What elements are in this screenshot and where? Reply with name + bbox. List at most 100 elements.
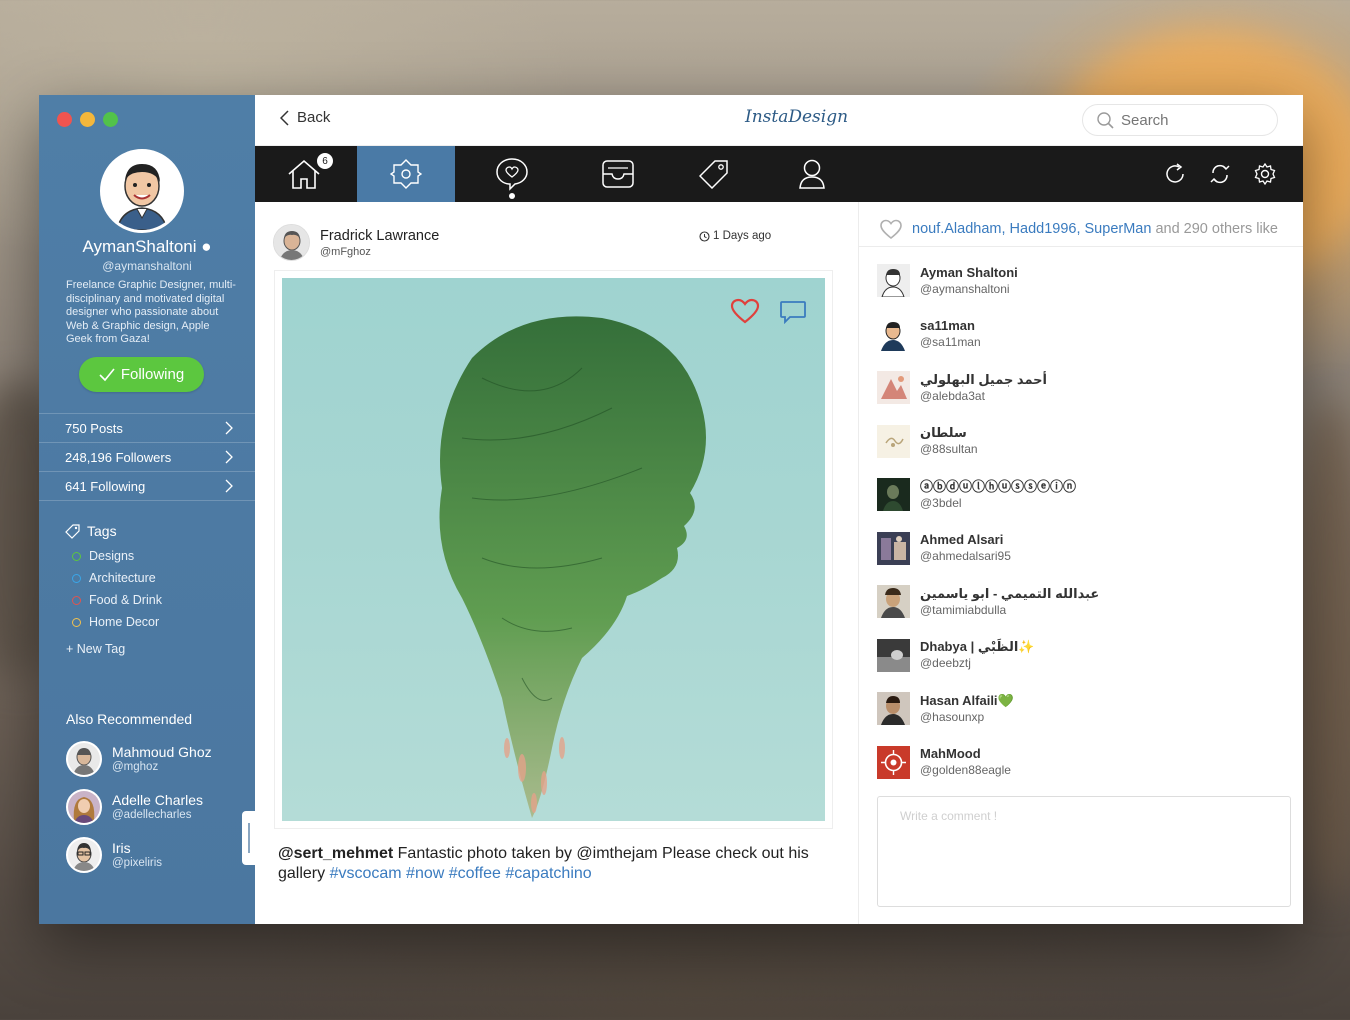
likes-panel: nouf.Aladham, Hadd1996, SuperMan and 290… bbox=[859, 202, 1303, 924]
recommended-handle: @mghoz bbox=[112, 761, 159, 773]
recommended-item[interactable]: Mahmoud Ghoz @mghoz bbox=[66, 735, 212, 783]
nav-bar: 6 bbox=[255, 146, 1303, 202]
following-button[interactable]: Following bbox=[79, 357, 204, 392]
post: Fradrick Lawrance @mFghoz 1 Days ago @se… bbox=[255, 202, 858, 924]
liker-name: عبدالله التميمي - ابو ياسمين bbox=[920, 585, 1100, 601]
author-avatar[interactable] bbox=[273, 224, 310, 261]
tag-color-dot bbox=[72, 551, 81, 561]
app-logo: InstaDesign bbox=[745, 107, 849, 127]
liker-item[interactable]: ⓐⓑⓓⓤⓛⓗⓤⓢⓢⓔⓘⓝ @3bdel bbox=[877, 468, 1099, 522]
tag-designs[interactable]: Designs bbox=[72, 545, 162, 567]
profile-name: AymanShaltoni ● bbox=[82, 237, 212, 256]
liker-item[interactable]: sa11man @sa11man bbox=[877, 308, 1099, 362]
leaf-silhouette-image bbox=[439, 316, 706, 818]
refresh-button[interactable] bbox=[1161, 160, 1189, 188]
recommended-item[interactable]: Adelle Charles @adellecharles bbox=[66, 783, 212, 831]
check-icon bbox=[99, 367, 115, 381]
nav-tags[interactable] bbox=[665, 146, 763, 202]
search-box[interactable] bbox=[1082, 104, 1278, 136]
nav-inbox[interactable] bbox=[569, 146, 667, 202]
post-photo[interactable] bbox=[282, 278, 825, 821]
tag-architecture[interactable]: Architecture bbox=[72, 567, 162, 589]
likes-count-text: and 290 others like bbox=[1151, 221, 1278, 237]
author-name[interactable]: Fradrick Lawrance bbox=[320, 228, 439, 244]
liker-handle: @3bdel bbox=[920, 495, 962, 510]
recommended-item[interactable]: Iris @pixeliris bbox=[66, 831, 212, 879]
following-label: Following bbox=[120, 366, 185, 383]
avatar bbox=[877, 317, 910, 351]
nav-profile[interactable] bbox=[763, 146, 861, 202]
profile-avatar[interactable] bbox=[100, 149, 184, 233]
tag-home-decor[interactable]: Home Decor bbox=[72, 611, 162, 633]
tag-color-dot bbox=[72, 617, 81, 627]
messages-icon bbox=[496, 158, 528, 191]
profile-handle: @aymanshaltoni bbox=[102, 259, 192, 273]
sync-button[interactable] bbox=[1206, 160, 1234, 188]
comment-icon[interactable] bbox=[779, 300, 807, 324]
like-heart-icon[interactable] bbox=[730, 298, 760, 324]
avatar bbox=[877, 585, 910, 619]
settings-button[interactable] bbox=[1251, 160, 1279, 188]
liker-handle: @alebda3at bbox=[920, 388, 985, 403]
maximize-window-button[interactable] bbox=[103, 112, 118, 127]
recommended-name: Adelle Charles bbox=[112, 792, 204, 808]
liker-handle: @hasounxp bbox=[920, 709, 985, 724]
post-photo-frame bbox=[274, 270, 833, 829]
avatar bbox=[66, 741, 102, 777]
chevron-right-icon bbox=[225, 450, 233, 464]
avatar bbox=[66, 789, 102, 825]
likers-names[interactable]: nouf.Aladham, Hadd1996, SuperMan bbox=[912, 221, 1151, 237]
post-caption: @sert_mehmet Fantastic photo taken by @i… bbox=[278, 844, 818, 884]
back-button[interactable]: Back bbox=[280, 109, 330, 126]
tag-list: Designs Architecture Food & Drink Home D… bbox=[72, 545, 162, 633]
recommended-name: Iris bbox=[112, 840, 131, 856]
caption-mention[interactable]: @sert_mehmet bbox=[278, 845, 393, 862]
apple-icon: ● bbox=[196, 237, 212, 256]
liker-item[interactable]: MahMood @golden88eagle bbox=[877, 736, 1099, 790]
new-tag-button[interactable]: + New Tag bbox=[66, 642, 125, 656]
avatar bbox=[877, 692, 910, 726]
liker-item[interactable]: Hasan Alfaili💚 @hasounxp bbox=[877, 682, 1099, 736]
liker-handle: @deebztj bbox=[920, 656, 971, 671]
tag-icon bbox=[65, 523, 80, 539]
liker-item[interactable]: عبدالله التميمي - ابو ياسمين @tamimiabdul… bbox=[877, 575, 1099, 629]
nav-home[interactable]: 6 bbox=[255, 146, 353, 202]
refresh-icon bbox=[1166, 163, 1184, 183]
notification-badge: 6 bbox=[316, 152, 334, 170]
tag-food-drink[interactable]: Food & Drink bbox=[72, 589, 162, 611]
likes-summary: nouf.Aladham, Hadd1996, SuperMan and 290… bbox=[879, 214, 1299, 244]
liker-item[interactable]: Ahmed Alsari @ahmedalsari95 bbox=[877, 522, 1099, 576]
comment-input[interactable] bbox=[877, 796, 1291, 907]
search-input[interactable] bbox=[1121, 111, 1261, 129]
nav-messages[interactable] bbox=[463, 146, 561, 202]
likers-list: Ayman Shaltoni @aymanshaltoni sa11man @sa1… bbox=[877, 254, 1099, 789]
nav-explore[interactable] bbox=[357, 146, 455, 202]
liker-item[interactable]: سلطان @88sultan bbox=[877, 415, 1099, 469]
search-icon bbox=[1097, 111, 1114, 129]
avatar bbox=[66, 837, 102, 873]
avatar bbox=[877, 264, 910, 298]
heart-outline-icon bbox=[880, 219, 902, 239]
stat-posts[interactable]: 750 Posts bbox=[39, 414, 255, 443]
liker-name: ⓐⓑⓓⓤⓛⓗⓤⓢⓢⓔⓘⓝ bbox=[920, 478, 1077, 494]
close-window-button[interactable] bbox=[57, 112, 72, 127]
sync-icon bbox=[1210, 164, 1230, 184]
chevron-left-icon bbox=[280, 109, 289, 126]
stat-label: 750 Posts bbox=[65, 420, 123, 436]
stat-label: 641 Following bbox=[65, 478, 146, 494]
liker-handle: @ahmedalsari95 bbox=[920, 549, 1011, 564]
caption-hashtags[interactable]: #vscocam #now #coffee #capatchino bbox=[330, 865, 592, 882]
sidebar-collapse-handle[interactable] bbox=[242, 811, 256, 865]
author-handle: @mFghoz bbox=[320, 246, 371, 258]
liker-item[interactable]: Dhabya | الظَبْي✨ @deebztj bbox=[877, 629, 1099, 683]
liker-item[interactable]: أحمد جميل البهلولي @alebda3at bbox=[877, 361, 1099, 415]
stat-following[interactable]: 641 Following bbox=[39, 472, 255, 501]
minimize-window-button[interactable] bbox=[80, 112, 95, 127]
liker-item[interactable]: Ayman Shaltoni @aymanshaltoni bbox=[877, 254, 1099, 308]
avatar bbox=[877, 531, 910, 565]
stat-followers[interactable]: 248,196 Followers bbox=[39, 443, 255, 472]
profile-bio: Freelance Graphic Designer, multi-discip… bbox=[66, 279, 236, 345]
avatar bbox=[877, 638, 910, 672]
profile-stats: 750 Posts 248,196 Followers 641 Followin… bbox=[39, 413, 255, 501]
recommended-handle: @adellecharles bbox=[112, 809, 192, 821]
